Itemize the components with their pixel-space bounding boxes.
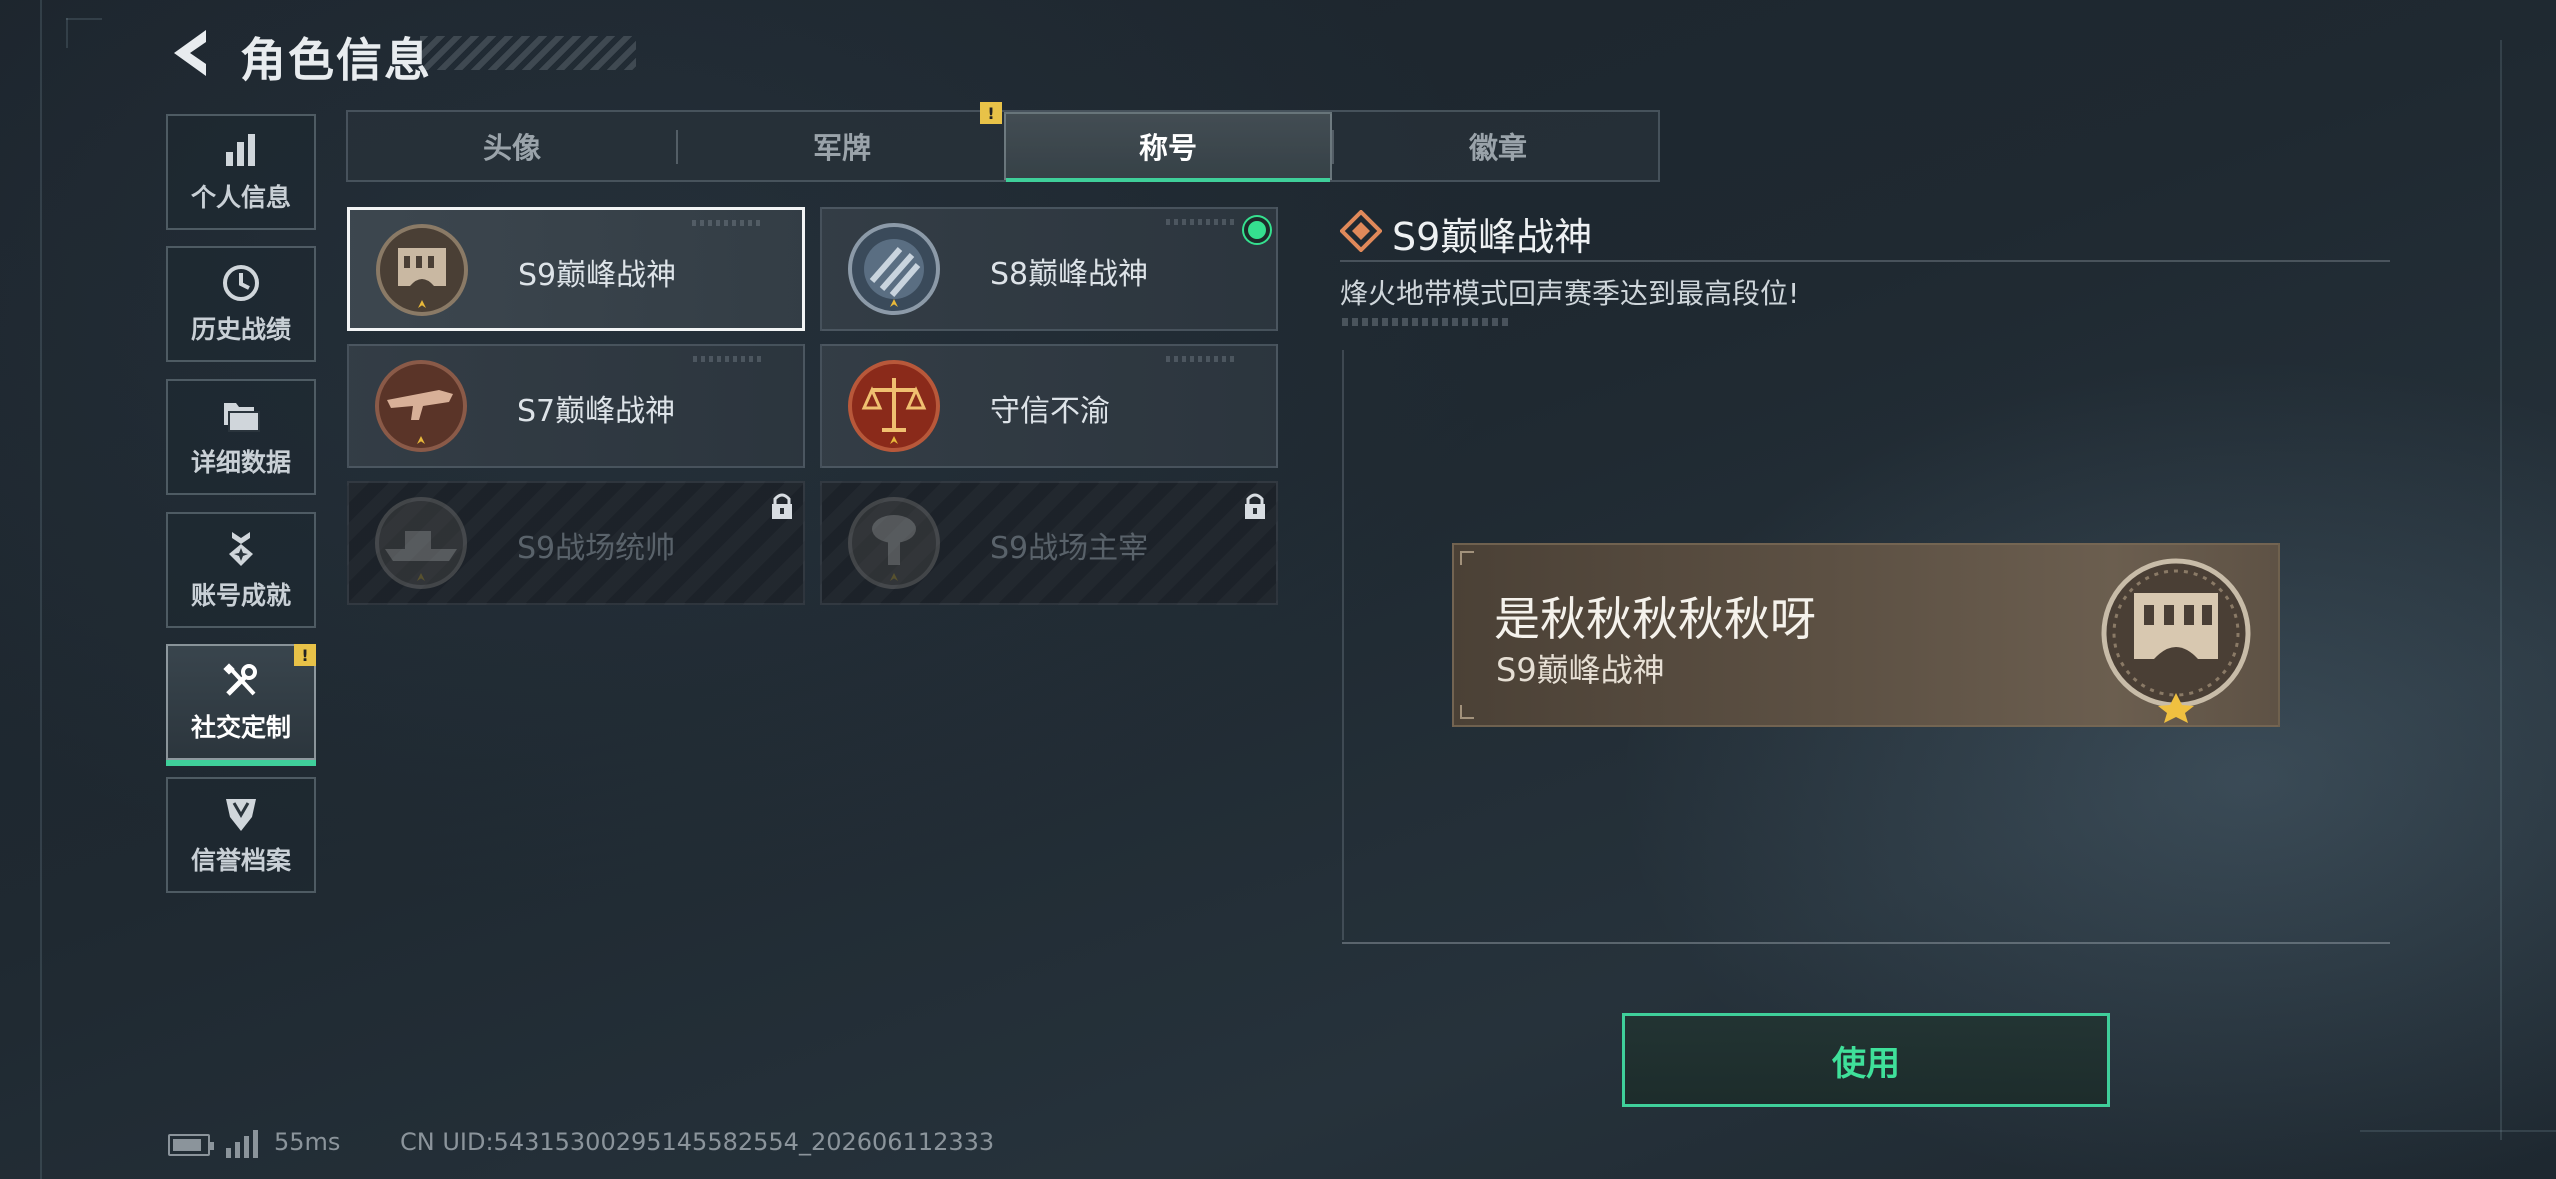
title-decoration bbox=[420, 36, 636, 70]
battery-icon bbox=[168, 1134, 214, 1156]
nameplate-preview: 是秋秋秋秋秋呀 S9巅峰战神 bbox=[1452, 543, 2280, 727]
player-title: S9巅峰战神 bbox=[1496, 651, 1665, 689]
title-name: S8巅峰战神 bbox=[990, 257, 1149, 292]
tab-label: 头像 bbox=[482, 131, 541, 165]
shield-icon bbox=[226, 799, 256, 831]
title-name: S7巅峰战神 bbox=[517, 394, 676, 429]
back-arrow-icon bbox=[174, 30, 206, 76]
sidebar-item-label: 个人信息 bbox=[190, 183, 291, 212]
detail-title: S9巅峰战神 bbox=[1392, 215, 1593, 259]
gun-medal-icon bbox=[375, 360, 467, 452]
player-name: 是秋秋秋秋秋呀 bbox=[1494, 592, 1816, 646]
card-decoration bbox=[1166, 356, 1236, 362]
detail-description: 烽火地带模式回声赛季达到最高段位! bbox=[1340, 277, 1800, 310]
title-card-locked[interactable]: S9战场统帅 bbox=[347, 481, 805, 605]
sidebar-item-social-custom[interactable]: 社交定制 ! bbox=[166, 644, 316, 766]
card-decoration bbox=[1166, 219, 1236, 225]
warning-badge: ! bbox=[980, 102, 1002, 124]
use-button-label: 使用 bbox=[1832, 1043, 1900, 1084]
sidebar-item-personal-info[interactable]: 个人信息 bbox=[166, 114, 316, 230]
mushroom-cloud-medal-icon bbox=[848, 497, 940, 589]
page-title: 角色信息 bbox=[240, 33, 432, 87]
back-button[interactable] bbox=[166, 26, 216, 80]
equipped-indicator bbox=[1244, 217, 1270, 243]
sidebar-item-achievements[interactable]: 账号成就 bbox=[166, 512, 316, 628]
fortress-medal-icon bbox=[376, 224, 468, 316]
tab-dogtag[interactable]: 军牌 bbox=[678, 112, 1006, 180]
warship-medal-icon bbox=[375, 497, 467, 589]
title-card[interactable]: S8巅峰战神 bbox=[820, 207, 1278, 331]
use-button[interactable]: 使用 bbox=[1622, 1013, 2110, 1107]
warning-badge: ! bbox=[294, 644, 316, 666]
lock-icon bbox=[772, 493, 792, 519]
diamond-rank-icon bbox=[1340, 210, 1382, 252]
user-uid: CN UID:5431530029514558255­4_20260611233… bbox=[400, 1128, 995, 1156]
tools-icon bbox=[223, 663, 257, 696]
preview-frame bbox=[1342, 350, 1344, 940]
sidebar-item-label: 社交定制 bbox=[190, 713, 291, 742]
sidebar-item-label: 历史战绩 bbox=[190, 315, 291, 344]
tab-badge[interactable]: 徽章 bbox=[1334, 112, 1662, 180]
corner-decoration bbox=[1460, 551, 1474, 565]
tab-label: 徽章 bbox=[1468, 131, 1527, 165]
divider bbox=[1340, 260, 2390, 262]
sidebar-item-credit-record[interactable]: 信誉档案 bbox=[166, 777, 316, 893]
striped-medal-icon bbox=[848, 223, 940, 315]
tab-label: 军牌 bbox=[812, 131, 871, 165]
tab-avatar[interactable]: 头像 bbox=[348, 112, 676, 180]
sidebar-item-history[interactable]: 历史战绩 bbox=[166, 246, 316, 362]
title-name: S9战场主宰 bbox=[990, 531, 1149, 566]
preview-divider bbox=[1342, 942, 2390, 944]
sidebar-item-label: 详细数据 bbox=[190, 448, 291, 477]
sidebar-item-label: 信誉档案 bbox=[190, 846, 291, 875]
tab-label: 称号 bbox=[1138, 131, 1197, 165]
title-name: 守信不渝 bbox=[990, 394, 1110, 429]
ping-value: 55ms bbox=[274, 1128, 341, 1156]
title-card[interactable]: S9巅峰战神 bbox=[347, 207, 805, 331]
scales-medal-icon bbox=[848, 360, 940, 452]
title-card[interactable]: S7巅峰战神 bbox=[347, 344, 805, 468]
sidebar-item-detailed-data[interactable]: 详细数据 bbox=[166, 379, 316, 495]
lock-icon bbox=[1245, 493, 1265, 519]
signal-icon bbox=[226, 1130, 258, 1158]
folder-icon bbox=[224, 403, 260, 432]
tab-title[interactable]: 称号 bbox=[1004, 112, 1332, 182]
corner-decoration bbox=[1460, 705, 1474, 719]
tab-bar: 头像 军牌 称号 徽章 bbox=[346, 110, 1660, 182]
fortress-medal-icon bbox=[2101, 558, 2251, 723]
detail-decoration bbox=[1342, 318, 1508, 326]
achievement-medal-icon bbox=[229, 532, 253, 566]
title-card-locked[interactable]: S9战场主宰 bbox=[820, 481, 1278, 605]
title-name: S9巅峰战神 bbox=[518, 258, 677, 293]
title-card[interactable]: 守信不渝 bbox=[820, 344, 1278, 468]
card-decoration bbox=[693, 356, 763, 362]
clock-icon bbox=[223, 265, 259, 301]
card-decoration bbox=[692, 220, 762, 226]
title-name: S9战场统帅 bbox=[517, 531, 676, 566]
sidebar-item-label: 账号成就 bbox=[190, 581, 291, 610]
bar-chart-icon bbox=[226, 134, 255, 166]
